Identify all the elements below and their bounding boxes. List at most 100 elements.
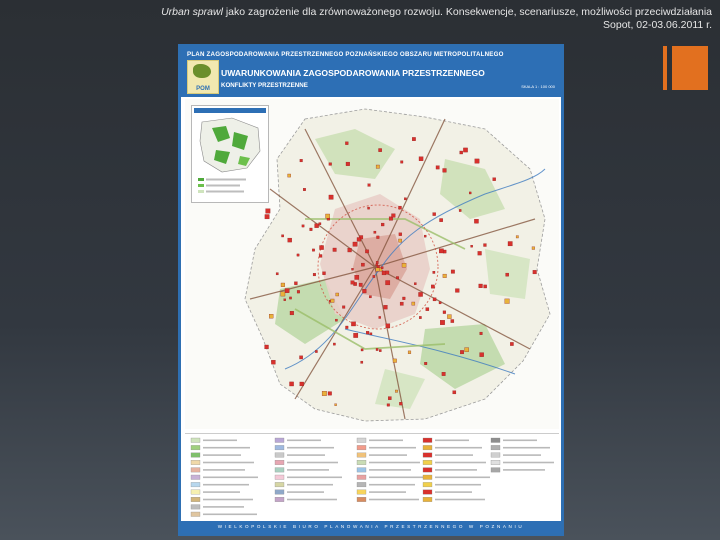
conflict-marker xyxy=(315,350,318,353)
conflict-marker xyxy=(264,214,270,220)
conflict-marker xyxy=(318,254,323,258)
conflict-marker xyxy=(369,295,372,299)
legend-label-line xyxy=(287,439,321,442)
conflict-marker xyxy=(470,245,473,248)
conflict-marker xyxy=(372,275,376,278)
conflict-marker xyxy=(350,280,355,285)
conflict-marker xyxy=(474,158,480,164)
conflict-marker xyxy=(460,350,464,355)
conflict-marker xyxy=(469,191,472,195)
legend-label-line xyxy=(435,461,486,464)
legend-label-line xyxy=(369,491,406,493)
legend-swatch xyxy=(190,511,201,517)
legend-swatch xyxy=(490,460,501,465)
legend-label-line xyxy=(369,469,411,471)
conflict-marker xyxy=(280,282,285,287)
legend-swatch xyxy=(190,460,201,465)
conflict-marker xyxy=(474,219,479,224)
legend-label-line xyxy=(203,439,237,442)
legend-swatch xyxy=(274,452,285,458)
legend-swatch xyxy=(490,437,501,443)
conflict-marker xyxy=(376,235,380,239)
conflict-marker xyxy=(296,253,300,257)
conflict-marker xyxy=(335,292,339,297)
map-sheet: PLAN ZAGOSPODAROWANIA PRZESTRZENNEGO POZ… xyxy=(178,44,564,536)
legend-label-line xyxy=(435,491,472,493)
conflict-marker xyxy=(398,232,402,236)
conflict-marker xyxy=(375,348,379,351)
conflict-marker xyxy=(458,209,462,212)
legend-swatch xyxy=(490,445,501,451)
conflict-marker xyxy=(450,319,455,323)
conflict-marker xyxy=(378,148,382,152)
conflict-marker xyxy=(345,141,349,145)
conflict-marker xyxy=(271,360,276,365)
conflict-marker xyxy=(477,251,482,256)
conflict-marker xyxy=(318,222,322,225)
conflict-marker xyxy=(264,344,269,350)
conflict-marker xyxy=(378,316,381,319)
conflict-marker xyxy=(352,241,358,247)
legend-label-line xyxy=(503,469,545,471)
conflict-marker xyxy=(442,310,446,314)
conflict-marker xyxy=(507,241,513,247)
legend-swatch xyxy=(422,445,433,451)
conflict-marker xyxy=(412,137,416,141)
map-header: PLAN ZAGOSPODAROWANIA PRZESTRZENNEGO POZ… xyxy=(181,47,561,97)
legend-swatch xyxy=(274,474,285,480)
conflict-marker xyxy=(327,391,332,396)
conflict-marker xyxy=(303,188,306,191)
legend-label-line xyxy=(435,469,477,471)
conflict-marker xyxy=(314,223,319,228)
conflict-marker xyxy=(345,325,349,329)
legend-swatch xyxy=(190,504,201,510)
conflict-marker xyxy=(432,271,436,274)
conflict-marker xyxy=(532,270,537,275)
conflict-marker xyxy=(398,205,402,210)
conflict-marker xyxy=(312,273,316,277)
legend-swatch xyxy=(274,497,285,502)
conflict-marker xyxy=(395,389,398,393)
conflict-marker xyxy=(391,213,396,218)
conflict-marker xyxy=(510,342,514,346)
legend-swatch xyxy=(422,467,433,473)
legend-label-line xyxy=(369,461,420,464)
conflict-marker xyxy=(287,237,292,243)
conflict-marker xyxy=(402,296,406,300)
conflict-marker xyxy=(296,290,300,294)
conflict-marker xyxy=(438,301,442,305)
conflict-marker xyxy=(299,355,303,360)
conflict-marker xyxy=(345,161,350,166)
legend-label-line xyxy=(287,461,338,464)
conflict-marker xyxy=(379,349,382,352)
legend-label-line xyxy=(203,513,257,516)
conflict-marker xyxy=(431,284,435,289)
conflict-marker xyxy=(388,396,392,400)
conflict-marker xyxy=(284,288,290,293)
map-scale: SKALA 1 : 100 000 xyxy=(521,84,555,89)
conflict-marker xyxy=(360,360,364,364)
conflict-marker xyxy=(401,263,407,268)
accent-bar-thick xyxy=(672,46,708,90)
conflict-marker xyxy=(483,284,487,289)
legend-label-line xyxy=(435,439,469,442)
legend-label-line xyxy=(435,476,490,479)
conflict-marker xyxy=(354,275,360,280)
conflict-marker xyxy=(321,391,327,396)
conflict-marker xyxy=(385,280,391,286)
pom-logo: POM xyxy=(187,60,219,94)
legend-swatch xyxy=(490,452,501,458)
map-main-title: UWARUNKOWANIA ZAGOSPODAROWANIA PRZESTRZE… xyxy=(221,68,485,78)
conflict-marker xyxy=(435,165,440,170)
conflict-marker xyxy=(439,248,444,254)
slide-title: Urban sprawl jako zagrożenie dla zrównow… xyxy=(60,6,712,19)
map-sub-title: KONFLIKTY PRZESTRZENNE xyxy=(221,82,308,89)
conflict-marker xyxy=(332,247,337,252)
conflict-marker xyxy=(351,321,356,327)
conflict-marker xyxy=(385,323,391,329)
conflict-marker xyxy=(398,238,402,243)
plan-title: PLAN ZAGOSPODAROWANIA PRZESTRZENNEGO POZ… xyxy=(187,51,504,58)
conflict-marker xyxy=(309,227,313,231)
legend-swatch xyxy=(274,482,285,488)
legend-swatch xyxy=(422,437,433,443)
